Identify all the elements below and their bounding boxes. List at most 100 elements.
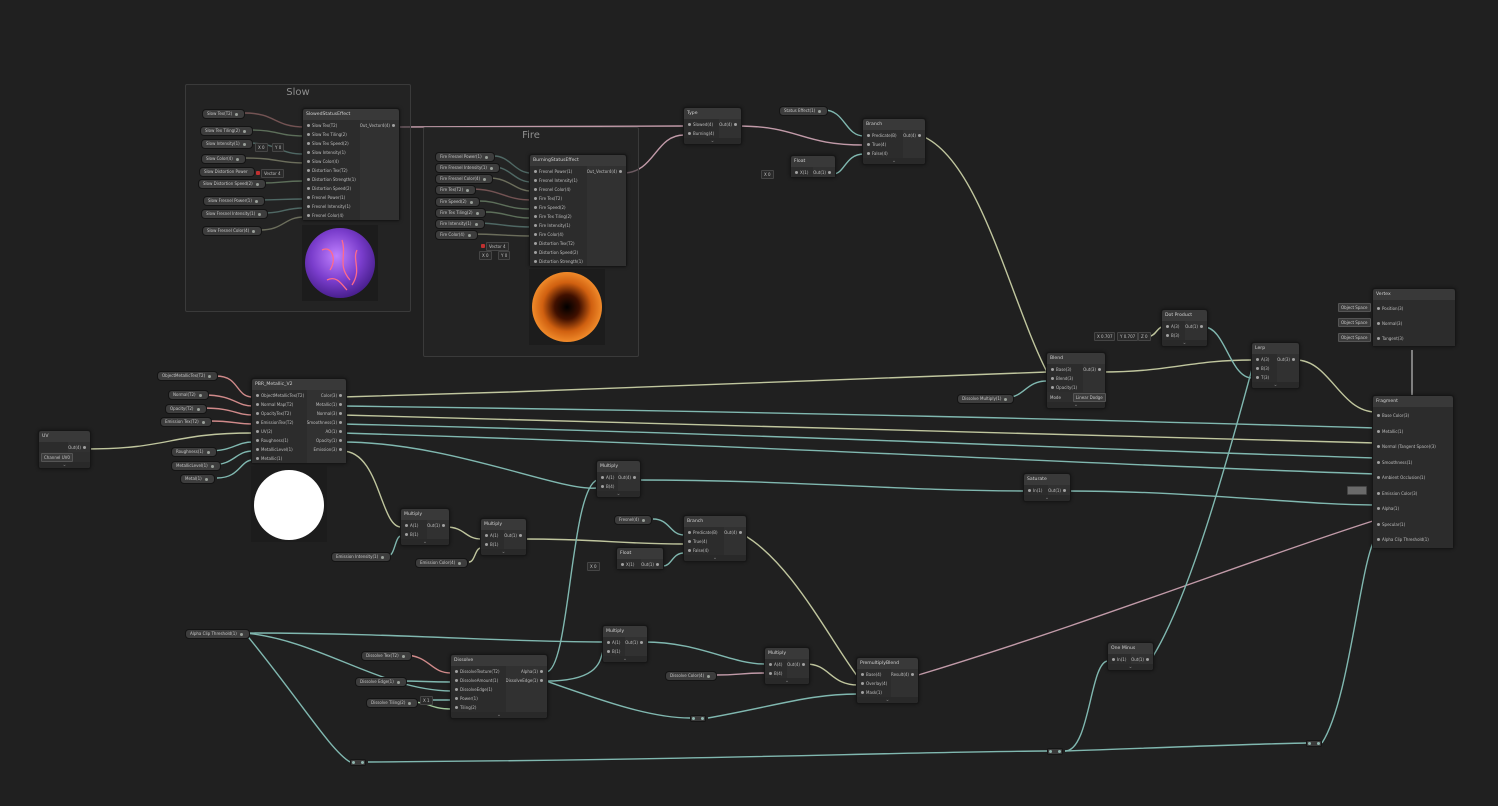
blend-mode-dropdown[interactable]: Linear Dodge (1072, 392, 1106, 402)
vector-color-swatch[interactable] (481, 244, 485, 248)
property-status-effect[interactable]: Status Effect(1) (779, 106, 829, 116)
property-opacity[interactable]: Opacity(T2) (165, 404, 207, 414)
output-port[interactable]: Out(1) (625, 638, 647, 647)
output-port[interactable]: Out(1) (1185, 322, 1207, 331)
property-dissolve-multiply[interactable]: Dissolve Multiply(1) (957, 394, 1015, 404)
property-dissolve-tex[interactable]: Dissolve Tex(T2) (361, 651, 412, 661)
output-port[interactable]: Out_Vector4(4) (587, 167, 626, 176)
output-port[interactable]: Out(1) (427, 521, 449, 530)
output-port[interactable] (1004, 397, 1008, 401)
output-port[interactable]: Out(4) (68, 443, 90, 452)
property-fire-tex[interactable]: Fire Tex(T2) (435, 185, 477, 195)
vertex-normal-space[interactable]: Object Space (1338, 318, 1371, 327)
input-port[interactable]: A(4) (765, 660, 787, 669)
property-roughness[interactable]: Roughness(1) (171, 447, 217, 457)
node-float-top[interactable]: Float X(1) Out(1) (790, 155, 836, 178)
property-slow-tex[interactable]: Slow Tex(T2) (202, 109, 246, 119)
input-port[interactable]: Slow Tex Tiling(2) (303, 130, 360, 139)
chevron-down-icon[interactable]: ⌄ (1108, 664, 1153, 670)
chevron-down-icon[interactable]: ⌄ (603, 656, 647, 662)
input-port[interactable]: Fire Intensity(1) (530, 221, 587, 230)
output-port[interactable]: Out(1) (641, 560, 663, 569)
input-port[interactable]: B(1) (481, 540, 504, 549)
output-port[interactable] (196, 407, 200, 411)
output-port[interactable] (641, 518, 645, 522)
property-dissolve-color[interactable]: Dissolve Color(4) (665, 671, 718, 681)
input-port[interactable]: T(3) (1252, 373, 1277, 382)
node-slowed-status-effect[interactable]: SlowedStatusEffect Slow Tex(T2) Slow Tex… (302, 108, 400, 221)
input-port[interactable]: Fresnel Intensity(1) (530, 176, 587, 185)
property-metal[interactable]: Metal(1) (180, 474, 215, 484)
output-port[interactable] (208, 374, 212, 378)
property-slow-distortion-power[interactable]: Slow Distortion Power (199, 167, 255, 177)
property-object-metallic[interactable]: ObjectMetallicTex(T2) (157, 371, 219, 381)
input-port[interactable]: Predicate(B) (863, 131, 903, 140)
output-port[interactable] (255, 182, 259, 186)
property-alpha-clip[interactable]: Alpha Clip Threshold(1) (185, 629, 250, 639)
output-port[interactable] (381, 555, 385, 559)
output-port[interactable]: Out(3) (1083, 365, 1105, 374)
property-fresnel-color[interactable]: Fresnel(4) (614, 515, 652, 525)
input-port[interactable]: Slow Tex(T2) (303, 121, 360, 130)
chevron-down-icon[interactable]: ⌄ (451, 712, 547, 718)
input-port[interactable]: Tangent(3) (1373, 331, 1455, 346)
node-branch-mid[interactable]: Branch Predicate(B) True(4) False(4) Out… (683, 515, 747, 562)
input-port[interactable]: Slow Tex Speed(2) (303, 139, 360, 148)
reroute-node[interactable] (690, 715, 706, 722)
input-port[interactable]: Smoothness(1) (1373, 455, 1453, 471)
node-dissolve[interactable]: Dissolve DissolveTexture(T2) DissolveAmo… (450, 654, 548, 719)
slow-vector-field[interactable]: Vector 4 (261, 169, 284, 178)
input-port[interactable]: Metallic(1) (1373, 424, 1453, 440)
input-port[interactable]: Fire Tex(T2) (530, 194, 587, 203)
input-port[interactable]: Base(4) (857, 670, 891, 679)
input-port[interactable]: Power(1) (451, 694, 506, 703)
output-port[interactable] (489, 166, 493, 170)
output-port[interactable] (206, 450, 210, 454)
output-port[interactable]: Emission(3) (307, 445, 346, 454)
input-port[interactable]: Distortion Tex(T2) (303, 166, 360, 175)
input-port[interactable]: A(1) (481, 531, 504, 540)
input-port[interactable]: Slow Intensity(1) (303, 148, 360, 157)
input-port[interactable]: Fire Tex Tiling(2) (530, 212, 587, 221)
output-port[interactable]: Out(1) (1131, 655, 1153, 664)
output-port[interactable] (484, 155, 488, 159)
property-fire-fresnel-power[interactable]: Fire Fresnel Power(1) (435, 152, 495, 162)
input-port[interactable]: B(1) (603, 647, 625, 656)
output-port[interactable]: Color(3) (307, 391, 346, 400)
chevron-down-icon[interactable]: ⌄ (1024, 495, 1070, 501)
property-emission-tex[interactable]: Emission Tex(T2) (160, 417, 212, 427)
output-port[interactable] (210, 464, 214, 468)
property-fire-fresnel-intensity[interactable]: Fire Fresnel Intensity(1) (435, 163, 500, 173)
property-slow-color[interactable]: Slow Color(4) (201, 154, 246, 164)
node-burning-status-effect[interactable]: BurningStatusEffect Fresnel Power(1) Fre… (529, 154, 627, 267)
node-float-mid[interactable]: Float X(1) Out(1) (616, 547, 664, 570)
reroute-node[interactable] (1047, 748, 1063, 755)
input-port[interactable]: Alpha(1) (1373, 501, 1453, 517)
input-port[interactable]: Alpha Clip Threshold(1) (1373, 532, 1453, 548)
dot-z-field[interactable]: Z 0 (1138, 332, 1151, 341)
property-fire-intensity[interactable]: Fire Intensity(1) (435, 219, 485, 229)
chevron-down-icon[interactable]: ⌄ (1047, 402, 1105, 408)
output-port[interactable] (458, 561, 462, 565)
input-port[interactable]: Fresnel Intensity(1) (303, 202, 360, 211)
input-port[interactable]: Fire Color(4) (530, 230, 587, 239)
output-port[interactable] (258, 212, 262, 216)
input-port[interactable]: True(4) (863, 140, 903, 149)
property-fire-color[interactable]: Fire Color(4) (435, 230, 478, 240)
input-port[interactable]: Burning(4) (684, 129, 719, 138)
output-port[interactable] (475, 211, 479, 215)
node-branch-top[interactable]: Branch Predicate(B) True(4) False(4) Out… (862, 118, 926, 165)
chevron-down-icon[interactable]: ⌄ (597, 491, 640, 497)
vertex-position-space[interactable]: Object Space (1338, 303, 1371, 312)
input-port[interactable]: DissolveTexture(T2) (451, 667, 506, 676)
property-slow-fresnel-color[interactable]: Slow Fresnel Color(4) (202, 226, 263, 236)
node-blend[interactable]: Blend Base(3) Blend(3) Opacity(1) Out(3)… (1046, 352, 1106, 409)
property-normal[interactable]: Normal(T2) (168, 390, 209, 400)
fire-y-field[interactable]: Y 0 (498, 251, 511, 260)
input-port[interactable]: Normal(3) (1373, 316, 1455, 331)
node-pbr-metallic[interactable]: PBR_Metallic_V2 ObjectMetallicTex(T2) No… (251, 378, 347, 464)
output-port[interactable] (242, 129, 246, 133)
output-port[interactable] (467, 233, 471, 237)
input-port[interactable]: Normal Map(T2) (252, 400, 307, 409)
output-port[interactable]: Out(1) (504, 531, 526, 540)
